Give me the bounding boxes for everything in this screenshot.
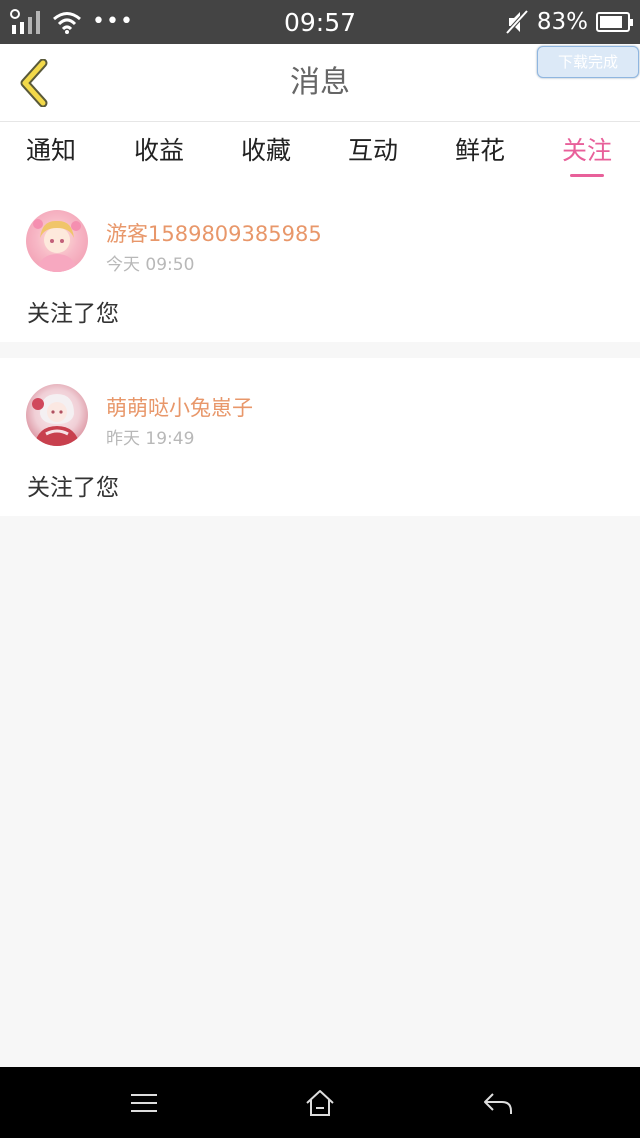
status-bar: ••• 09:57 83% [0,0,640,44]
header-bar: 消息 下载完成 [0,44,640,122]
battery-percent: 83% [536,9,588,35]
tab-active-indicator [570,174,604,177]
tab-interaction[interactable]: 互动 [342,122,404,184]
timestamp: 今天 09:50 [106,255,195,275]
tab-label: 关注 [561,136,612,165]
tab-notice[interactable]: 通知 [20,122,82,184]
timestamp: 昨天 19:49 [106,429,195,449]
home-button[interactable] [300,1085,340,1121]
tab-earnings[interactable]: 收益 [128,122,190,184]
list-item[interactable]: 游客1589809385985 今天 09:50 关注了您 [0,184,640,342]
username[interactable]: 游客1589809385985 [106,218,322,248]
mute-icon [505,9,529,35]
status-right: 83% [505,0,633,44]
tab-follow[interactable]: 关注 [556,122,618,184]
tab-label: 鲜花 [454,136,505,165]
tab-flowers[interactable]: 鲜花 [449,122,511,184]
message-text: 关注了您 [27,475,119,501]
battery-fill [600,16,622,28]
tab-label: 收藏 [240,136,291,165]
list-item[interactable]: 萌萌哒小兔崽子 昨天 19:49 关注了您 [0,358,640,516]
avatar[interactable] [26,210,88,272]
download-complete-badge[interactable]: 下载完成 [537,46,639,78]
username[interactable]: 萌萌哒小兔崽子 [106,392,253,422]
message-text: 关注了您 [27,301,119,327]
menu-button[interactable] [124,1085,164,1121]
back-arrow-icon [484,1093,512,1114]
tab-favorites[interactable]: 收藏 [235,122,297,184]
home-icon [306,1090,334,1116]
tab-bar: 通知 收益 收藏 互动 鲜花 关注 [0,122,640,184]
tab-label: 收益 [133,136,184,165]
tab-label: 通知 [25,136,76,165]
avatar[interactable] [26,384,88,446]
back-nav-button[interactable] [478,1085,518,1121]
tab-label: 互动 [347,136,398,165]
battery-icon [596,12,633,32]
menu-icon [131,1094,157,1112]
system-nav-bar [0,1067,640,1138]
